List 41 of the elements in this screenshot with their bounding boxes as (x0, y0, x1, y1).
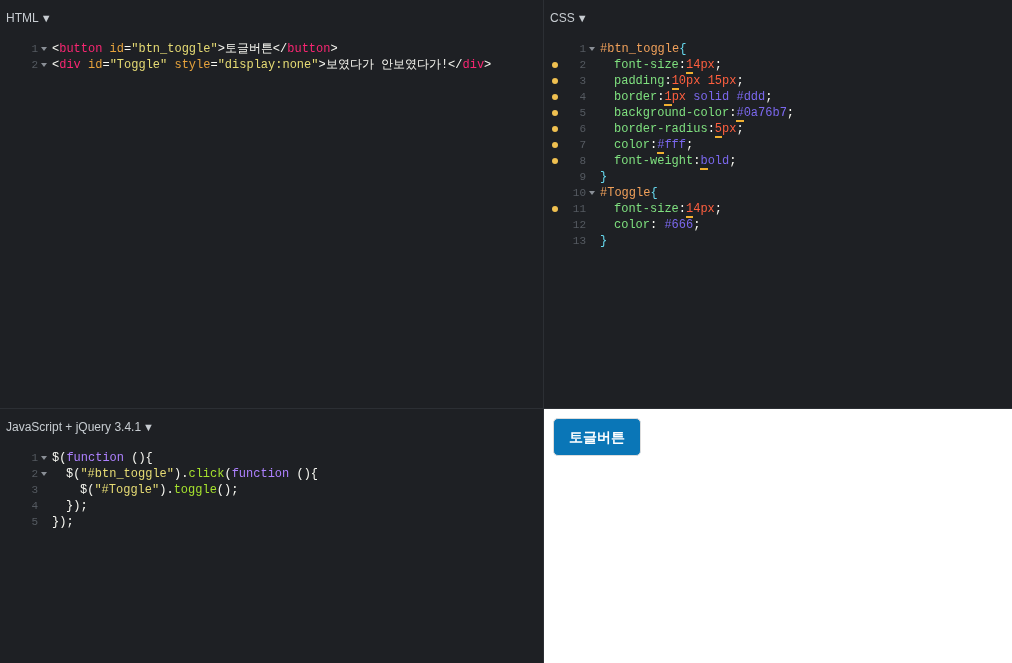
fold-arrow-icon[interactable] (589, 190, 595, 196)
line-number: 10 (571, 185, 586, 201)
code-line: background-color:#0a76b7; (614, 105, 795, 121)
code-line: border-radius:5px; (614, 121, 744, 137)
code-line: <button id="btn_toggle">토글버튼</button> (52, 41, 338, 57)
line-number: 13 (571, 233, 586, 249)
line-number: 5 (30, 514, 38, 530)
code-line: #btn_toggle{ (600, 41, 687, 57)
fold-arrow-icon[interactable] (41, 46, 47, 52)
code-line: #Toggle{ (600, 185, 658, 201)
line-number: 3 (30, 482, 38, 498)
fold-arrow-icon[interactable] (41, 455, 47, 461)
code-line: } (600, 233, 608, 249)
fold-arrow-icon[interactable] (41, 471, 47, 477)
code-line: color: #666; (614, 217, 701, 233)
line-number: 3 (578, 73, 586, 89)
line-number: 5 (578, 105, 586, 121)
line-number: 11 (571, 201, 586, 217)
fold-arrow-icon[interactable] (589, 46, 595, 52)
line-number: 4 (30, 498, 38, 514)
panel-title[interactable]: JavaScript + jQuery 3.4.1 ▼ (6, 418, 154, 436)
code-line: border:1px solid #ddd; (614, 89, 773, 105)
code-line: $("#btn_toggle").click(function (){ (66, 466, 319, 482)
line-number: 7 (578, 137, 586, 153)
code-line: font-size:14px; (614, 201, 723, 217)
code-line: padding:10px 15px; (614, 73, 744, 89)
code-line: font-weight:bold; (614, 153, 737, 169)
code-line: font-size:14px; (614, 57, 723, 73)
fold-arrow-icon[interactable] (41, 62, 47, 68)
code-line: <div id="Toggle" style="display:none">보였다가 안보였다가!</div> (52, 57, 492, 73)
code-line: }); (66, 498, 88, 514)
code-line: $("#Toggle").toggle(); (80, 482, 239, 498)
toggle-button[interactable]: 토글버튼 (553, 418, 641, 456)
line-number: 4 (578, 89, 586, 105)
panel-title[interactable]: CSS ▼ (550, 9, 588, 27)
panel-title[interactable]: HTML ▼ (6, 9, 52, 27)
code-line: }); (52, 514, 74, 530)
code-line: color:#fff; (614, 137, 694, 153)
code-line: } (600, 169, 608, 185)
code-line: $(function (){ (52, 450, 153, 466)
line-number: 12 (571, 217, 586, 233)
